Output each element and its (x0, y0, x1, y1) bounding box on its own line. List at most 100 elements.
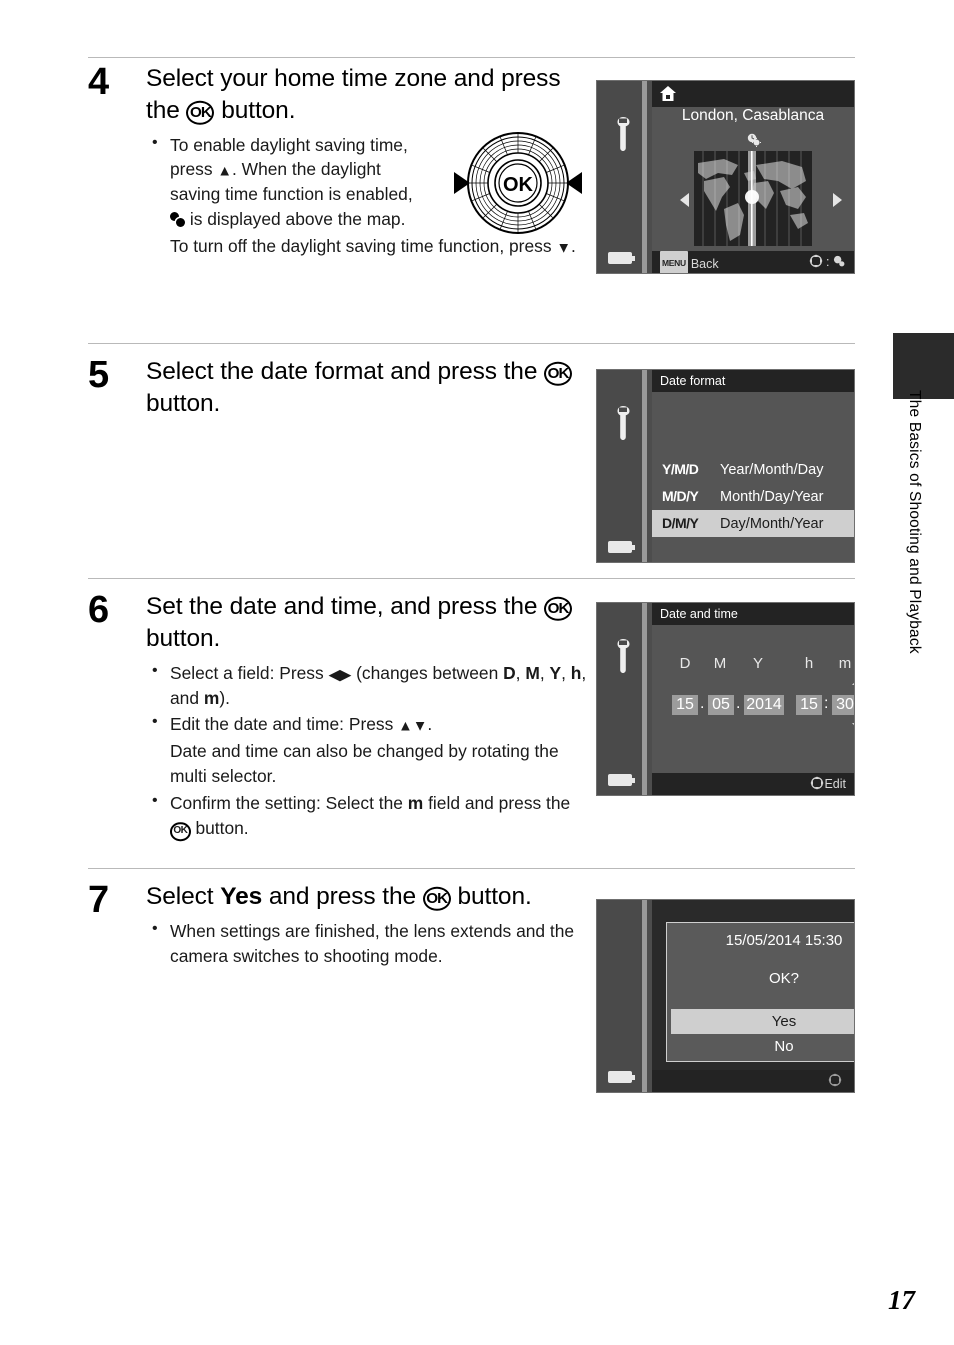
edit-hint: Edit (810, 773, 846, 795)
up-down-arrow-icon: ▲▼ (398, 718, 428, 735)
day-field[interactable]: 15 (672, 695, 698, 715)
step-4-bullet-1: To enable daylight saving time, press ▲.… (146, 132, 428, 232)
lcd-sidebar (597, 81, 647, 273)
date-format-code: M/D/Y (662, 488, 699, 504)
lcd-bottom-bar-confirm (652, 1070, 854, 1092)
confirm-question: OK? (768, 970, 799, 987)
ok-button-icon: OK (544, 596, 573, 621)
step-5-title-part3: button. (146, 389, 221, 417)
confirm-datetime: 15/05/2014 15:30 (725, 932, 843, 949)
date-format-option-dmy-selected[interactable]: D/M/Y Day/Month/Year (652, 510, 854, 537)
header-day: D (679, 655, 691, 672)
section-divider-top (88, 57, 855, 58)
step-7-title-part5: button. (450, 883, 532, 910)
ok-button-icon: OK (422, 886, 451, 911)
rotary-hint (828, 1070, 842, 1092)
hour-field[interactable]: 15 (796, 695, 822, 715)
date-format-option-ymd[interactable]: Y/M/D Year/Month/Day (652, 456, 854, 483)
step-7-title-yes: Yes (220, 883, 263, 910)
lcd-bottom-bar-date-time: Edit (652, 773, 854, 795)
up-arrow-icon: ▲ (217, 163, 232, 180)
daylight-saving-icon (170, 212, 185, 228)
lcd-screen-date-format: Date format Y/M/D Year/Month/Day M/D/Y Mon… (596, 369, 855, 563)
hint-separator: : (826, 255, 830, 269)
step-7-title: Select Yes and press the OK button. (146, 881, 556, 913)
date-format-code: D/M/Y (662, 515, 699, 531)
back-label: Back (690, 257, 719, 271)
lcd-sidebar (597, 370, 647, 562)
date-format-label: Year/Month/Day (720, 462, 824, 478)
step-7-bullets: When settings are finished, the lens ext… (146, 918, 588, 968)
timezone-city-label: London, Casablanca (681, 107, 825, 124)
step-6-bullet-1: Select a field: Press ◀▶ (changes betwee… (146, 660, 588, 711)
step-7-title-part3: and press the (262, 883, 423, 910)
lcd-title-date-time: Date and time (652, 603, 854, 625)
menu-badge: MENU (660, 251, 688, 273)
daylight-saving-icon (747, 133, 761, 147)
timezone-prev-arrow[interactable] (680, 193, 689, 207)
lcd-main-date-format: Date format Y/M/D Year/Month/Day M/D/Y Mon… (652, 370, 854, 562)
step-4-title: Select your home time zone and press the… (146, 63, 588, 127)
step-6-title: Set the date and time, and press the OK … (146, 591, 588, 655)
rotary-dial-icon (810, 776, 825, 790)
step-5-title: Select the date format and press the OK … (146, 356, 588, 420)
page-number: 17 (888, 1285, 915, 1315)
multi-selector-dial[interactable]: OK (448, 122, 588, 244)
section-divider-6-7 (88, 868, 855, 869)
step-6-bullet-2: Edit the date and time: Press ▲▼. (146, 711, 588, 737)
ok-button-icon: OK (544, 361, 573, 386)
ok-button-icon: OK (186, 100, 215, 125)
step-5: 5 Select the date format and press the O… (88, 356, 588, 420)
date-format-option-mdy[interactable]: M/D/Y Month/Day/Year (652, 483, 854, 510)
minute-field[interactable]: 30 (832, 695, 854, 715)
date-format-label: Month/Day/Year (720, 489, 824, 505)
increment-arrow-icon[interactable] (852, 677, 854, 685)
step-7-title-part1: Select (146, 883, 221, 910)
date-format-code: Y/M/D (662, 461, 699, 477)
timezone-next-arrow[interactable] (833, 193, 842, 207)
edit-label: Edit (824, 777, 846, 791)
date-format-label: Day/Month/Year (720, 516, 824, 532)
lcd-main-timezone: London, Casablanca MENU Back: (652, 81, 854, 273)
confirm-no-option[interactable]: No (671, 1034, 854, 1059)
rotary-dial-icon (828, 1073, 842, 1087)
dst-hint: : (808, 251, 846, 273)
step-6-title-part1: Set the date and time, and press the (146, 593, 545, 620)
setup-wrench-icon (617, 117, 630, 151)
lcd-sidebar (597, 603, 647, 795)
lcd-main-confirm: 15/05/2014 15:30 OK? Yes No (652, 900, 854, 1092)
date-separator-2: . (736, 695, 741, 712)
battery-icon (608, 252, 635, 264)
confirm-yes-option[interactable]: Yes (671, 1009, 854, 1034)
lcd-screen-timezone: London, Casablanca MENU Back: (596, 80, 855, 274)
step-4-title-part3: button. (214, 96, 296, 124)
month-field[interactable]: 05 (708, 695, 734, 715)
svg-text:OK: OK (503, 174, 534, 196)
lcd-main-date-time: Date and time D M Y h m 15 . 05 . 2014 1… (652, 603, 854, 795)
world-map (694, 151, 812, 246)
battery-icon (608, 541, 635, 553)
date-separator-1: . (700, 695, 705, 712)
battery-icon (608, 774, 635, 786)
step-6-number: 6 (88, 589, 110, 631)
decrement-arrow-icon[interactable] (852, 723, 854, 731)
step-6-bullet-2-cont: Date and time can also be changed by rot… (170, 741, 559, 787)
step-7: 7 Select Yes and press the OK button. Wh… (88, 881, 588, 970)
step-6-title-part3: button. (146, 624, 221, 652)
setup-wrench-icon (617, 639, 630, 673)
chapter-tab-label: The Basics of Shooting and Playback (906, 390, 923, 654)
step-6-bullets: Select a field: Press ◀▶ (changes betwee… (146, 660, 588, 842)
year-field[interactable]: 2014 (744, 695, 784, 715)
header-year: Y (752, 655, 763, 672)
step-5-title-part1: Select the date format and press the (146, 358, 545, 385)
step-6-bullet-3: Confirm the setting: Select the m field … (146, 790, 588, 842)
header-minute: m (838, 655, 852, 672)
step-5-number: 5 (88, 354, 110, 396)
step-6: 6 Set the date and time, and press the O… (88, 591, 588, 844)
lcd-screen-date-time: Date and time D M Y h m 15 . 05 . 2014 1… (596, 602, 855, 796)
confirm-dialog: 15/05/2014 15:30 OK? Yes No (666, 922, 854, 1062)
manual-page: The Basics of Shooting and Playback 4 Se… (0, 0, 954, 1345)
setup-wrench-icon (617, 406, 630, 440)
step-4-number: 4 (88, 61, 110, 103)
time-separator: : (824, 695, 829, 712)
